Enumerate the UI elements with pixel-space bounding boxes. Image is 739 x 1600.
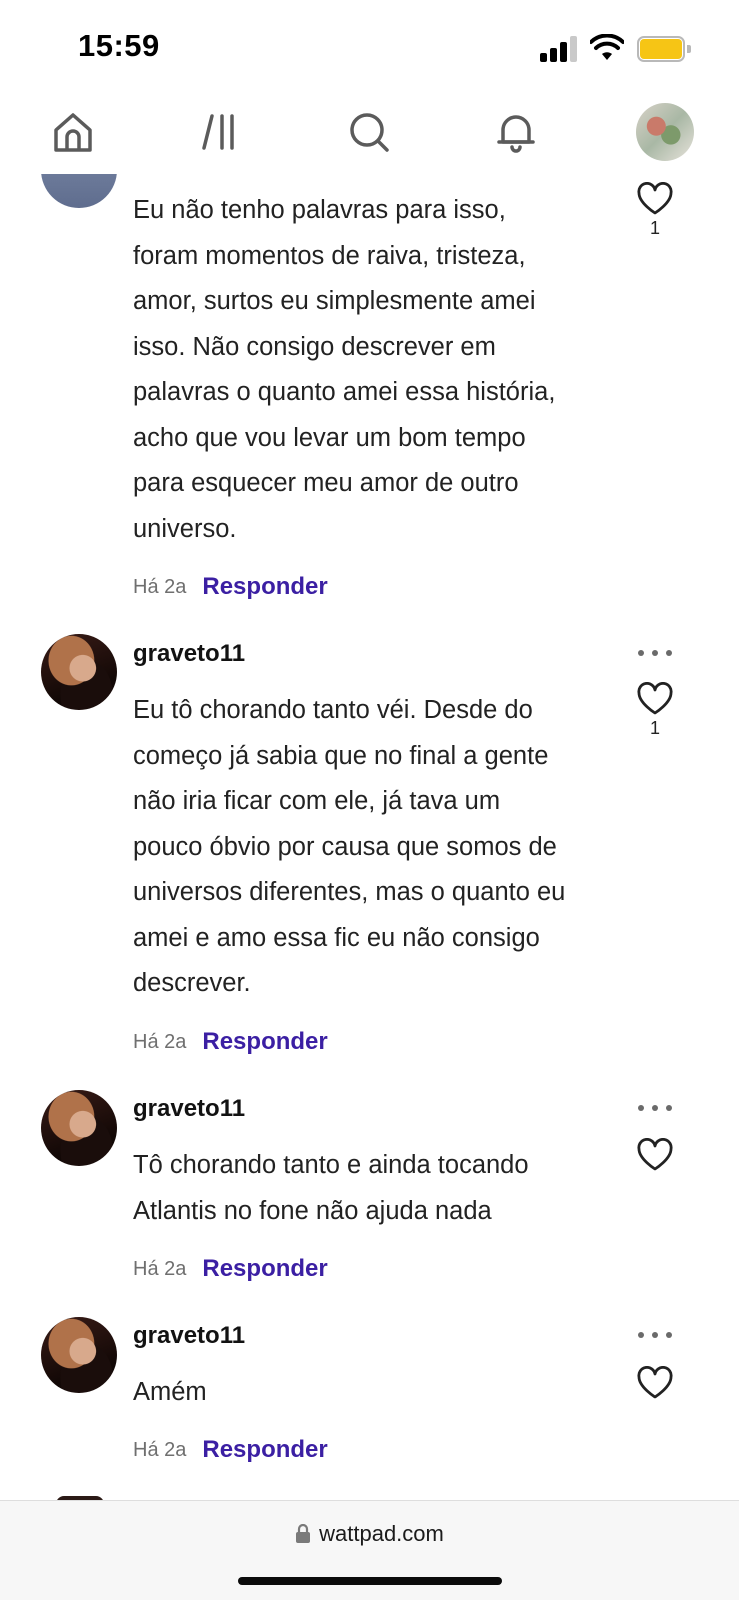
comment-username[interactable]: graveto11 <box>133 1322 245 1350</box>
nav-home-button[interactable] <box>43 102 103 162</box>
more-options-icon[interactable] <box>638 1103 672 1113</box>
home-icon <box>54 113 92 152</box>
comment-time: Há 2a <box>133 1030 187 1053</box>
heart-icon[interactable] <box>636 1138 674 1172</box>
comment-time: Há 2a <box>133 1257 187 1280</box>
comment-username[interactable]: graveto11 <box>133 1095 245 1123</box>
nav-notifications-button[interactable] <box>486 102 546 162</box>
status-time: 15:59 <box>78 28 160 63</box>
home-indicator <box>238 1577 502 1585</box>
comment-time: Há 2a <box>133 1438 187 1461</box>
profile-avatar[interactable] <box>636 103 694 161</box>
reply-button[interactable]: Responder <box>202 1255 327 1283</box>
status-bar: 15:59 <box>0 0 739 90</box>
nav-search-button[interactable] <box>339 102 399 162</box>
avatar[interactable] <box>41 1090 117 1166</box>
heart-icon[interactable] <box>636 682 674 716</box>
search-icon <box>350 113 389 152</box>
nav-library-button[interactable] <box>190 102 250 162</box>
wifi-icon <box>590 34 624 60</box>
avatar[interactable] <box>41 634 117 710</box>
battery-icon <box>637 36 691 62</box>
top-navigation <box>0 90 739 174</box>
like-count: 1 <box>649 718 660 738</box>
cellular-signal-icon <box>540 36 578 62</box>
like-count: 1 <box>649 218 660 238</box>
heart-icon[interactable] <box>636 182 674 216</box>
avatar[interactable] <box>41 1317 117 1393</box>
more-options-icon[interactable] <box>638 1330 672 1340</box>
comment-time: Há 2a <box>133 575 187 598</box>
heart-icon[interactable] <box>636 1366 674 1400</box>
reply-button[interactable]: Responder <box>202 1436 327 1464</box>
reply-button[interactable]: Responder <box>202 573 327 601</box>
browser-address-bar[interactable]: wattpad.com <box>0 1500 739 1600</box>
comment-text: Amém <box>133 1378 207 1406</box>
comment-text: Eu tô chorando tanto véi. Desde do começ… <box>133 696 566 997</box>
comment-text: Tô chorando tanto e ainda tocando Atlant… <box>133 1151 529 1225</box>
url-text: wattpad.com <box>319 1521 444 1546</box>
comment-username[interactable]: graveto11 <box>133 640 245 668</box>
more-options-icon[interactable] <box>638 648 672 658</box>
comment-text: Eu não tenho palavras para isso, foram m… <box>133 196 556 543</box>
lock-icon <box>296 1524 311 1543</box>
reply-button[interactable]: Responder <box>202 1028 327 1056</box>
bell-icon <box>497 115 535 153</box>
library-icon <box>202 114 234 150</box>
